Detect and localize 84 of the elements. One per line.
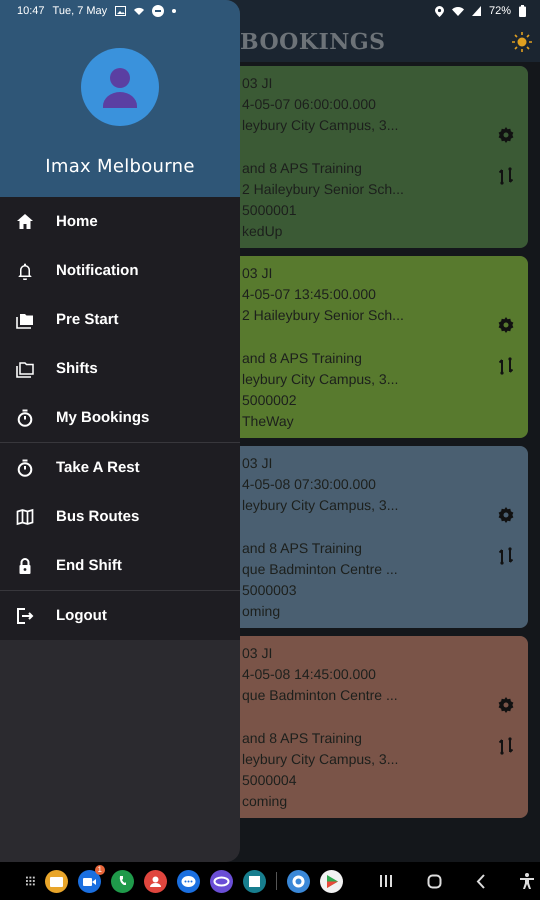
back-icon[interactable]: [476, 874, 486, 888]
contact-app-icon[interactable]: [144, 870, 167, 892]
battery-percent: 72%: [488, 5, 511, 17]
booking-text: 5000001: [242, 201, 298, 220]
settings-icon[interactable]: [498, 507, 514, 523]
menu-item[interactable]: Logout: [0, 591, 240, 640]
clock-time: 10:47: [17, 5, 45, 17]
swap-icon[interactable]: [499, 357, 513, 375]
booking-text: que Badminton Centre ...: [242, 686, 399, 705]
booking-text: 03 JI: [242, 644, 274, 663]
booking-text: kedUp: [242, 222, 284, 241]
phone-app-icon[interactable]: [110, 870, 134, 892]
wifi-icon: [452, 6, 464, 16]
booking-text: 4-05-07 06:00:00.000: [242, 95, 377, 114]
chat-app-icon[interactable]: [287, 870, 310, 892]
menu-item[interactable]: Shifts: [0, 344, 240, 393]
signal-icon: [472, 6, 481, 16]
location-icon: [434, 6, 444, 16]
booking-text: leybury City Campus, 3...: [242, 496, 400, 515]
booking-text: 03 JI: [242, 454, 274, 473]
menu-item[interactable]: Bus Routes: [0, 492, 240, 541]
booking-text: leybury City Campus, 3...: [242, 750, 400, 769]
booking-text: que Badminton Centre ...: [242, 560, 399, 579]
booking-text: 5000002: [242, 391, 298, 410]
wifi-icon: [134, 6, 144, 16]
booking-text: oming: [242, 602, 282, 621]
booking-text: 4-05-08 14:45:00.000: [242, 665, 377, 684]
booking-text: 03 JI: [242, 74, 274, 93]
booking-text: leybury City Campus, 3...: [242, 116, 400, 135]
settings-icon[interactable]: [498, 317, 514, 333]
menu-item[interactable]: Home: [0, 197, 240, 246]
booking-text: and 8 APS Training: [242, 349, 363, 368]
stopwatch-icon: [16, 408, 34, 426]
booking-text: 2 Haileybury Senior Sch...: [242, 306, 405, 325]
menu-item[interactable]: My Bookings: [0, 393, 240, 442]
date-text: Tue, 7 May: [52, 5, 108, 17]
booking-text: coming: [242, 792, 288, 811]
swap-icon[interactable]: [499, 737, 513, 755]
message-app-icon[interactable]: [176, 870, 200, 892]
booking-text: 03 JI: [242, 264, 274, 283]
folder-icon: [16, 360, 34, 378]
swap-icon[interactable]: [499, 167, 513, 185]
booking-text: leybury City Campus, 3...: [242, 370, 400, 389]
booking-text: and 8 APS Training: [242, 729, 363, 748]
app-grid-icon[interactable]: [26, 874, 35, 888]
menu-item[interactable]: Notification: [0, 246, 240, 295]
bell-icon: [16, 262, 34, 280]
recent-apps-icon[interactable]: [379, 874, 393, 888]
image-icon: [115, 6, 126, 16]
folder-app-icon[interactable]: [44, 870, 68, 892]
booking-card[interactable]: [240, 256, 528, 438]
booking-text: 5000004: [242, 771, 298, 790]
sun-icon[interactable]: [512, 32, 532, 52]
battery-icon: [519, 5, 526, 17]
dot-icon: [172, 9, 176, 13]
booking-text: and 8 APS Training: [242, 159, 363, 178]
booking-text: and 8 APS Training: [242, 539, 363, 558]
settings-icon[interactable]: [498, 697, 514, 713]
booking-text: 4-05-07 13:45:00.000: [242, 285, 377, 304]
user-name: Imax Melbourne: [45, 156, 195, 177]
avatar-icon: [81, 48, 159, 126]
swap-icon[interactable]: [499, 547, 513, 565]
stopwatch-icon: [16, 458, 34, 476]
settings-icon[interactable]: [498, 127, 514, 143]
map-icon: [16, 508, 34, 526]
calendar-app-icon[interactable]: [242, 870, 266, 892]
menu-item[interactable]: End Shift: [0, 541, 240, 590]
home-icon: [16, 212, 34, 230]
chat-icon: [152, 5, 164, 17]
notification-badge: 1: [94, 864, 105, 874]
menu-item[interactable]: Take A Rest: [0, 443, 240, 492]
logout-icon: [16, 606, 34, 624]
accessibility-icon[interactable]: [520, 873, 534, 889]
booking-text: 5000003: [242, 581, 298, 600]
booking-card[interactable]: [240, 636, 528, 818]
booking-text: TheWay: [242, 412, 295, 431]
page-title: BOOKINGS: [240, 29, 387, 55]
booking-card[interactable]: [240, 446, 528, 628]
browser-app-icon[interactable]: [210, 870, 233, 892]
booking-text: 4-05-08 07:30:00.000: [242, 475, 377, 494]
booking-text: 2 Haileybury Senior Sch...: [242, 180, 405, 199]
store-app-icon[interactable]: [320, 870, 343, 892]
menu-item[interactable]: Pre Start: [0, 295, 240, 344]
home-button-icon[interactable]: [427, 874, 442, 888]
